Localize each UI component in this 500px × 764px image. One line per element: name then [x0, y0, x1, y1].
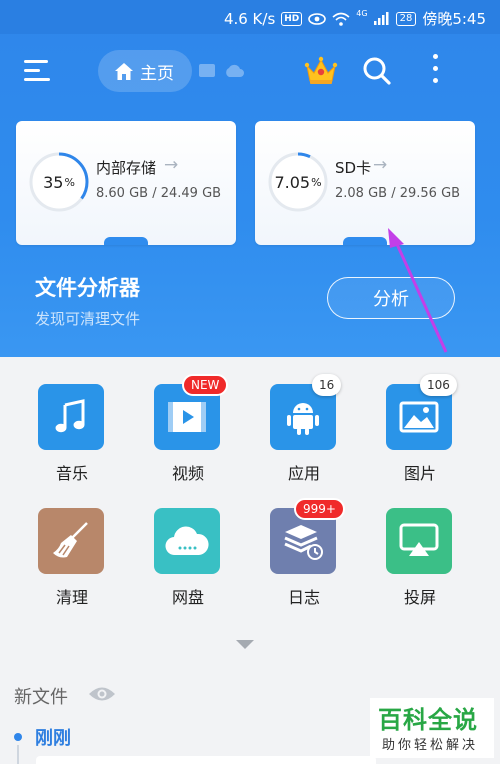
more-options-icon[interactable] — [430, 54, 440, 86]
category-label: 清理 — [55, 588, 88, 607]
cloud-tab-icon[interactable] — [224, 64, 244, 77]
eye-status-icon — [308, 12, 327, 25]
search-icon[interactable] — [362, 56, 392, 86]
timeline-line — [17, 745, 19, 764]
internal-storage-title: 内部存储 — [96, 159, 157, 177]
music-icon — [38, 384, 104, 450]
category-music[interactable]: 音乐 — [22, 384, 122, 504]
header-panel: 4.6 K/s HD 4G 28 傍晚5:45 主页 35 % 内部存储 → 8… — [0, 0, 500, 357]
category-label: 网盘 — [171, 588, 204, 607]
network-speed: 4.6 K/s — [223, 9, 276, 28]
sd-card-size: 2.08 GB / 29.56 GB — [335, 186, 461, 201]
new-badge: NEW — [182, 374, 229, 396]
category-label: 音乐 — [55, 464, 88, 483]
home-tab[interactable]: 主页 — [98, 50, 192, 92]
card-notch — [104, 237, 148, 245]
card-notch — [343, 237, 387, 245]
count-badge: 999+ — [294, 498, 345, 520]
network-type: 4G — [356, 9, 368, 18]
category-video[interactable]: NEW 视频 — [138, 374, 238, 504]
chevron-right-icon: → — [373, 155, 388, 175]
watermark-subtitle: 助你轻松解决 — [382, 738, 479, 753]
analyzer-subtitle: 发现可清理文件 — [35, 310, 141, 328]
menu-icon[interactable] — [24, 60, 50, 82]
analyze-button[interactable]: 分析 — [327, 277, 455, 319]
count-badge: 106 — [420, 374, 457, 396]
count-badge: 16 — [312, 374, 342, 396]
watermark-logo: 百科全说 助你轻松解决 — [370, 698, 494, 758]
home-label: 主页 — [140, 63, 174, 84]
battery-icon: 28 — [395, 11, 417, 26]
signal-icon — [373, 12, 389, 25]
toolbar: 主页 — [0, 34, 500, 108]
recent-files-title: 新文件 — [14, 687, 68, 708]
chevron-right-icon: → — [164, 155, 179, 175]
category-cast[interactable]: 投屏 — [370, 508, 470, 628]
timeline-dot — [14, 733, 22, 741]
category-images[interactable]: 106 图片 — [370, 374, 470, 504]
category-clean[interactable]: 清理 — [22, 508, 122, 628]
internal-storage-size: 8.60 GB / 24.49 GB — [96, 186, 222, 201]
category-label: 应用 — [287, 464, 320, 483]
category-label: 视频 — [171, 464, 204, 483]
internal-storage-card[interactable]: 35% 内部存储 → 8.60 GB / 24.49 GB — [16, 121, 236, 245]
internal-storage-percent: 35% — [43, 172, 75, 192]
broom-icon — [38, 508, 104, 574]
category-logs[interactable]: 999+ 日志 — [254, 498, 354, 628]
home-icon — [115, 62, 133, 80]
analyzer-title: 文件分析器 — [35, 276, 140, 300]
watermark-title: 百科全说 — [378, 706, 478, 734]
cloud-icon — [154, 508, 220, 574]
wifi-icon — [332, 12, 350, 26]
recent-file-card[interactable] — [36, 756, 376, 764]
status-bar: 4.6 K/s HD 4G 28 傍晚5:45 — [0, 0, 500, 34]
eye-icon[interactable] — [88, 685, 116, 703]
sd-card-storage-card[interactable]: 7.05% SD卡 → 2.08 GB / 29.56 GB — [255, 121, 475, 245]
category-label: 图片 — [403, 464, 436, 483]
hd-badge: HD — [281, 11, 303, 26]
tab-window-icon[interactable] — [199, 64, 215, 77]
category-apps[interactable]: 16 应用 — [254, 374, 354, 504]
recent-group-label: 刚刚 — [35, 728, 71, 749]
category-cloud-drive[interactable]: 网盘 — [138, 508, 238, 628]
category-label: 投屏 — [403, 588, 436, 607]
expand-arrow-icon[interactable] — [236, 640, 254, 649]
status-right: 4.6 K/s HD 4G 28 傍晚5:45 — [224, 8, 486, 29]
category-label: 日志 — [287, 588, 320, 607]
clock: 傍晚5:45 — [422, 10, 486, 28]
cast-icon — [386, 508, 452, 574]
sd-card-percent: 7.05% — [274, 172, 322, 192]
crown-icon[interactable] — [304, 56, 338, 86]
sd-card-title: SD卡 — [335, 159, 372, 177]
